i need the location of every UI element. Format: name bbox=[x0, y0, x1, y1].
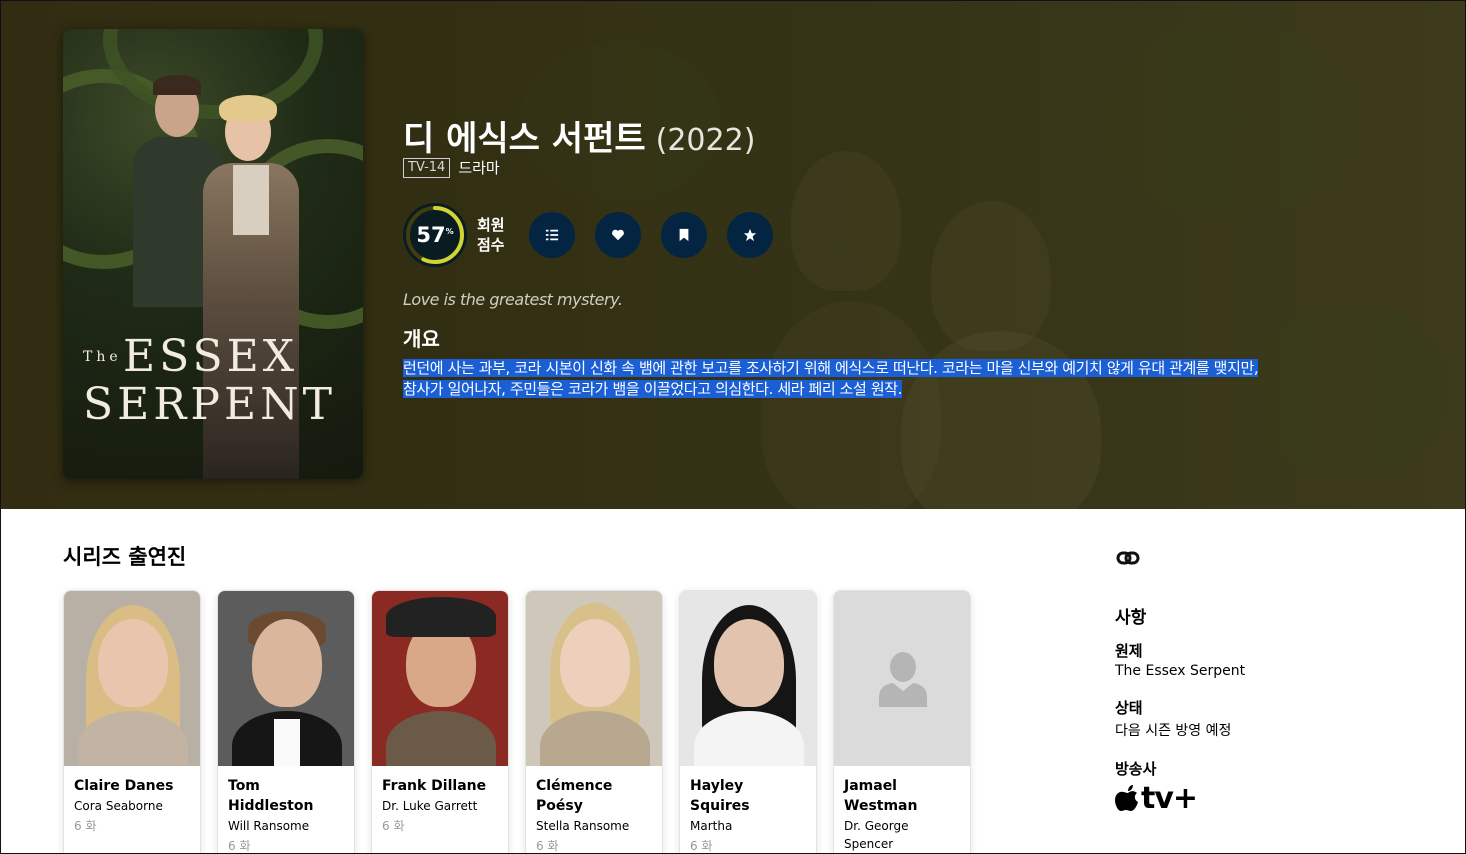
cast-photo bbox=[526, 591, 662, 766]
episode-count: 6 화 bbox=[228, 839, 251, 853]
cast-card[interactable]: Clémence Poésy Stella Ransome 6 화 bbox=[525, 590, 663, 853]
page-title[interactable]: 디 에식스 서펀트 bbox=[403, 111, 646, 160]
facts-sidebar: 사항 원제 The Essex Serpent 상태 다음 시즌 방영 예정 방… bbox=[1115, 545, 1415, 816]
homepage-link-icon[interactable] bbox=[1115, 545, 1141, 571]
favorite-button[interactable] bbox=[595, 212, 641, 258]
user-score[interactable]: 57% 회원 점수 bbox=[403, 203, 513, 267]
actor-name[interactable]: Clémence Poésy bbox=[536, 776, 652, 816]
list-icon bbox=[545, 229, 559, 241]
genre-link[interactable]: 드라마 bbox=[458, 157, 499, 178]
original-title-label: 원제 bbox=[1115, 642, 1143, 660]
episode-count: 6 화 bbox=[74, 819, 97, 833]
add-to-list-button[interactable] bbox=[529, 212, 575, 258]
poster-title-the: The bbox=[83, 349, 122, 365]
actor-name[interactable]: Hayley Squires bbox=[690, 776, 806, 816]
cast-photo-placeholder bbox=[834, 591, 970, 766]
meta-row: TV-14 드라마 bbox=[403, 157, 500, 178]
overview-line-2: 참사가 일어나자, 주민들은 코라가 뱀을 이끌었다고 의심한다. 세라 페리 … bbox=[403, 380, 902, 398]
score-ring: 57% bbox=[403, 203, 467, 267]
title-row: 디 에식스 서펀트 (2022) bbox=[403, 111, 755, 160]
cast-list: Claire Danes Cora Seaborne 6 화 Tom Hiddl… bbox=[63, 590, 971, 853]
heart-icon bbox=[612, 229, 624, 241]
tagline: Love is the greatest mystery. bbox=[403, 290, 623, 309]
cast-photo bbox=[372, 591, 508, 766]
user-placeholder-icon bbox=[879, 651, 927, 707]
cast-photo bbox=[64, 591, 200, 766]
score-value: 57 bbox=[416, 223, 446, 247]
cast-card[interactable]: Frank Dillane Dr. Luke Garrett 6 화 bbox=[371, 590, 509, 853]
character-name: Cora Seaborne bbox=[74, 799, 163, 813]
network-label: 방송사 bbox=[1115, 760, 1157, 778]
release-year: (2022) bbox=[655, 123, 756, 158]
status-label: 상태 bbox=[1115, 699, 1143, 717]
hero-section: The ESSEX SERPENT 디 에식스 서펀트 (2022) TV-14… bbox=[1, 1, 1465, 509]
page: The ESSEX SERPENT 디 에식스 서펀트 (2022) TV-14… bbox=[0, 0, 1466, 854]
star-icon bbox=[743, 228, 757, 242]
character-name: Stella Ransome bbox=[536, 819, 630, 833]
content-rating-badge: TV-14 bbox=[403, 157, 451, 178]
actor-name[interactable]: Claire Danes bbox=[74, 776, 190, 796]
overview-text: 런던에 사는 과부, 코라 시본이 신화 속 뱀에 관한 보고를 조사하기 위해… bbox=[403, 358, 1393, 400]
cast-card[interactable]: Claire Danes Cora Seaborne 6 화 bbox=[63, 590, 201, 853]
actor-name[interactable]: Frank Dillane bbox=[382, 776, 498, 796]
cast-card[interactable]: Jamael Westman Dr. George Spencer 6 화 bbox=[833, 590, 971, 853]
actor-name[interactable]: Tom Hiddleston bbox=[228, 776, 344, 816]
network-logo[interactable]: tv+ bbox=[1115, 781, 1415, 816]
cast-card[interactable]: Tom Hiddleston Will Ransome 6 화 bbox=[217, 590, 355, 853]
facts-heading: 사항 bbox=[1115, 608, 1147, 628]
watchlist-button[interactable] bbox=[661, 212, 707, 258]
cast-card[interactable]: Hayley Squires Martha 6 화 bbox=[679, 590, 817, 853]
rate-button[interactable] bbox=[727, 212, 773, 258]
character-name: Will Ransome bbox=[228, 819, 310, 833]
character-name: Dr. Luke Garrett bbox=[382, 799, 478, 813]
cast-photo bbox=[218, 591, 354, 766]
score-label: 회원 점수 bbox=[477, 216, 505, 254]
cast-heading: 시리즈 출연진 bbox=[63, 545, 187, 569]
actor-name[interactable]: Jamael Westman bbox=[844, 776, 960, 816]
score-unit: % bbox=[445, 226, 454, 236]
cast-photo bbox=[680, 591, 816, 766]
episode-count: 6 화 bbox=[536, 839, 559, 853]
overview-line-1: 런던에 사는 과부, 코라 시본이 신화 속 뱀에 관한 보고를 조사하기 위해… bbox=[403, 359, 1259, 377]
overview-heading: 개요 bbox=[403, 327, 440, 351]
original-title-value: The Essex Serpent bbox=[1115, 663, 1246, 679]
poster-image[interactable]: The ESSEX SERPENT bbox=[63, 29, 363, 479]
bookmark-icon bbox=[679, 228, 689, 242]
poster-title-line2: SERPENT bbox=[83, 379, 336, 430]
episode-count: 6 화 bbox=[690, 839, 713, 853]
apple-logo-icon bbox=[1115, 784, 1138, 811]
episode-count: 6 화 bbox=[382, 819, 405, 833]
character-name: Martha bbox=[690, 819, 733, 833]
network-logo-text: tv+ bbox=[1141, 781, 1198, 816]
status-value: 다음 시즌 방영 예정 bbox=[1115, 723, 1232, 739]
character-name: Dr. George Spencer bbox=[844, 819, 909, 851]
poster-title-line1: ESSEX bbox=[123, 331, 299, 382]
